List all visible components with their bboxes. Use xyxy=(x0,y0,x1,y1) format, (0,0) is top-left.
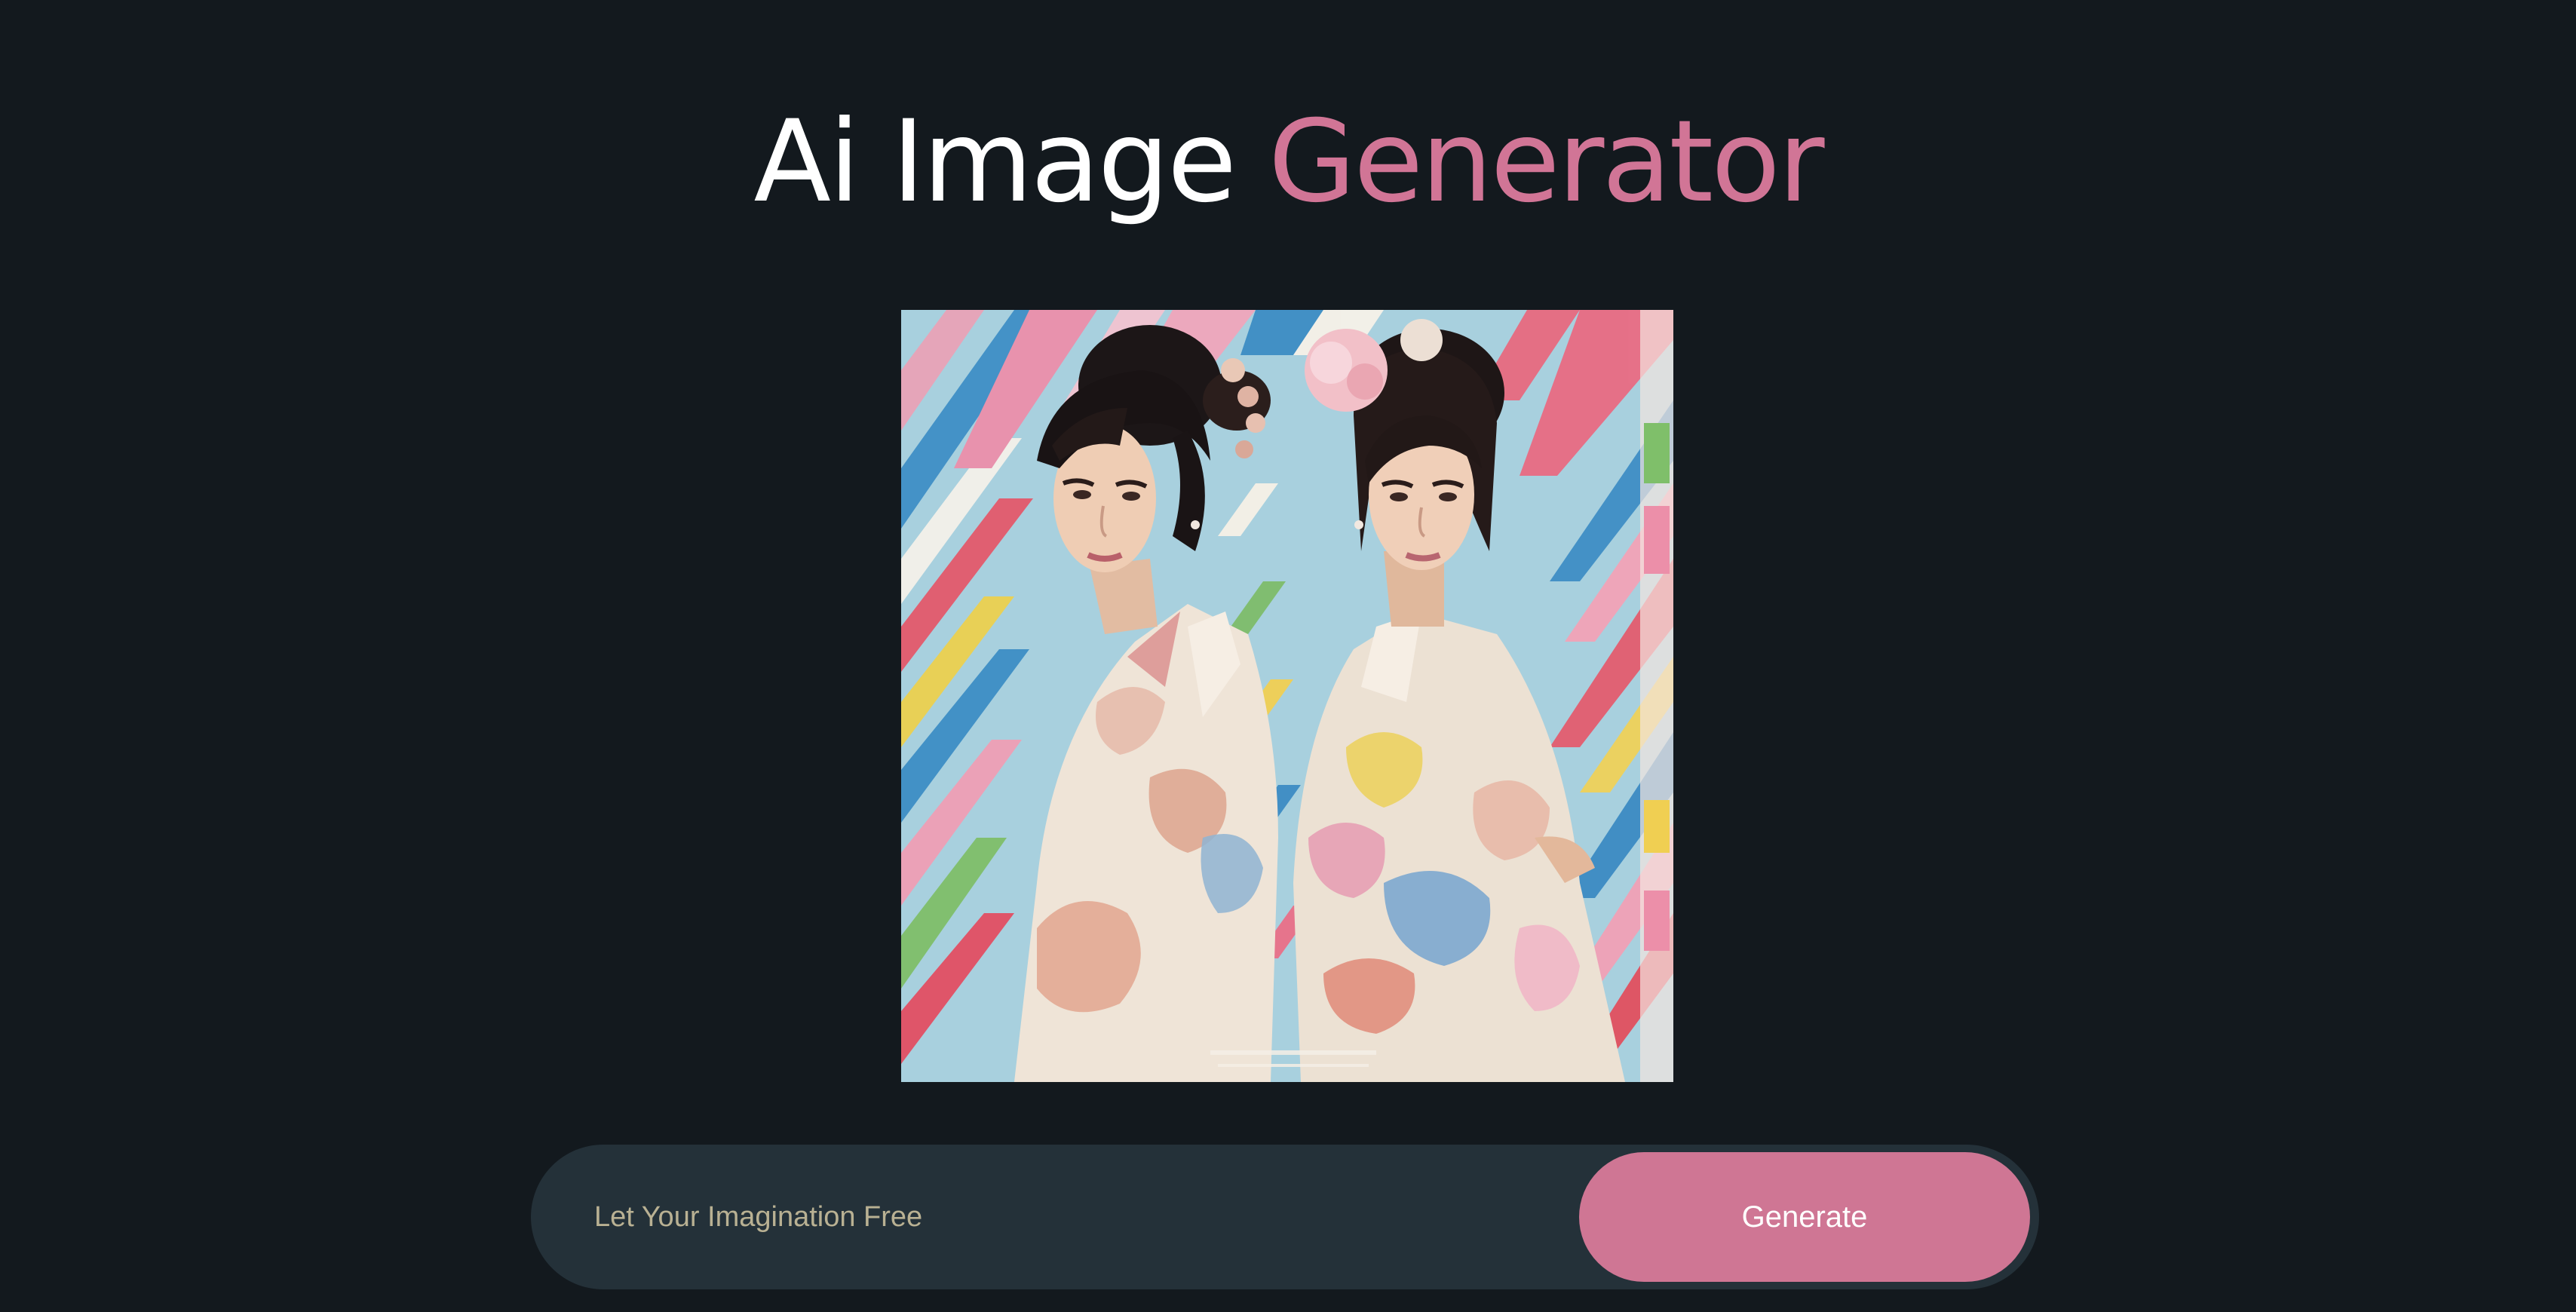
page-title-main: Ai Image xyxy=(753,97,1237,228)
prompt-bar: Generate xyxy=(531,1145,2039,1289)
prompt-input[interactable] xyxy=(594,1178,1484,1256)
page-title-accent: Generator xyxy=(1268,97,1825,228)
generated-image-illustration xyxy=(901,310,1673,1082)
generate-button[interactable]: Generate xyxy=(1579,1152,2030,1282)
page-title: Ai Image Generator xyxy=(0,90,2576,234)
generated-image xyxy=(901,310,1673,1082)
